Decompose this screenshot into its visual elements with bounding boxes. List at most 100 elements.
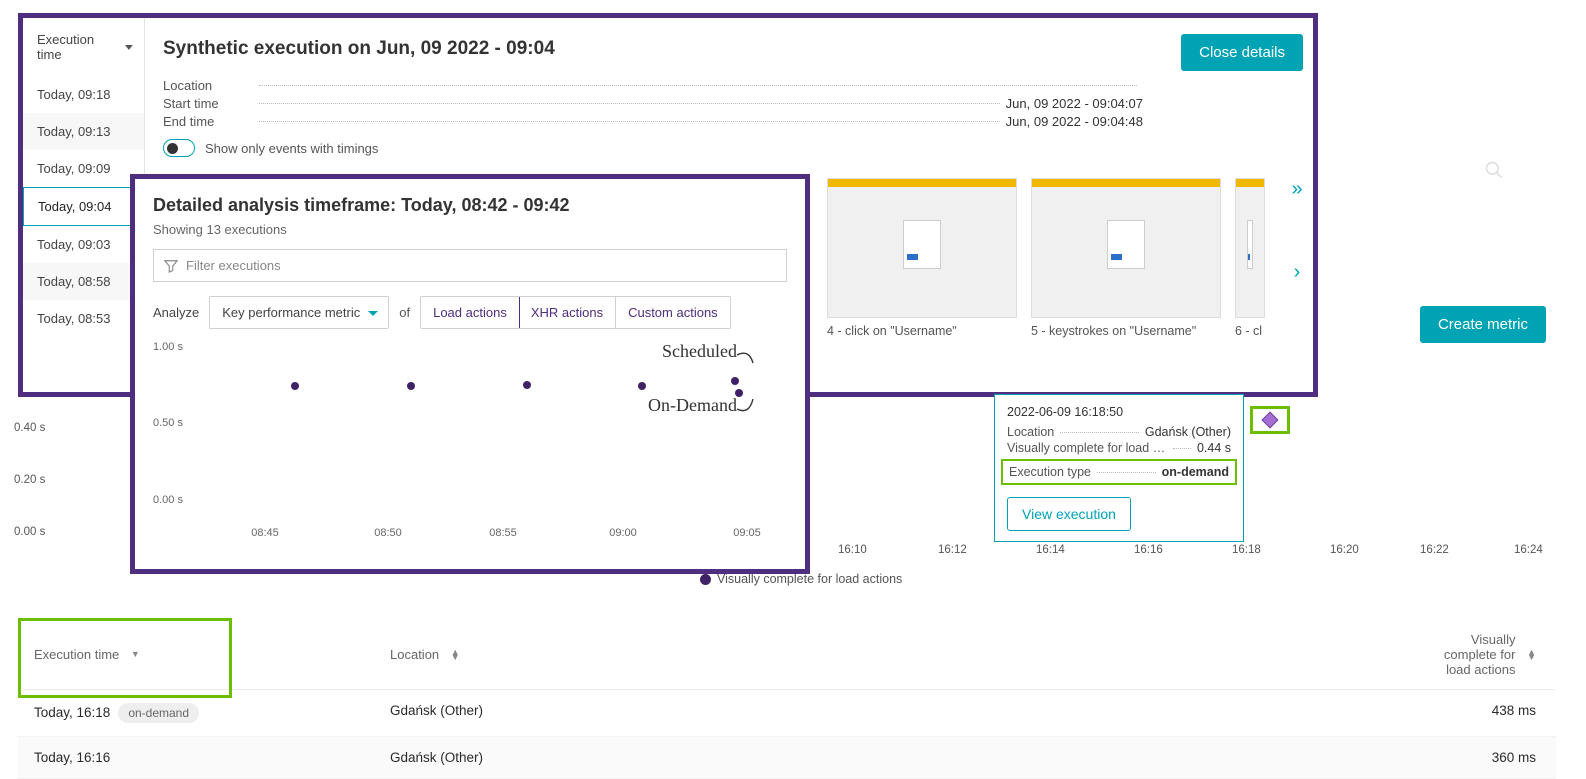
tooltip-exec-type-row: Execution type on-demand [1001, 459, 1237, 485]
analysis-title: Detailed analysis timeframe: Today, 08:4… [153, 195, 787, 216]
of-label: of [399, 305, 410, 320]
show-only-events-toggle-row: Show only events with timings [163, 139, 1295, 157]
diamond-icon [1262, 412, 1279, 429]
cell-time: Today, 16:16 [34, 750, 110, 765]
thumbnail-caption: 6 - cl [1235, 324, 1265, 338]
curly-arrow-icon [735, 391, 759, 415]
header-execution-time[interactable]: Execution time ▼ [18, 632, 390, 677]
x-tick: 09:05 [733, 527, 761, 539]
bg-x-tick: 16:20 [1330, 544, 1359, 556]
chart-point[interactable] [731, 377, 739, 385]
tooltip-loc-value: Gdańsk (Other) [1145, 425, 1231, 439]
search-icon [1484, 160, 1504, 180]
executions-scatter-chart: 1.00 s 0.50 s 0.00 s 08:45 08:50 08:55 0… [153, 339, 787, 539]
thumbnail-card[interactable]: 5 - keystrokes on "Username" [1031, 178, 1221, 338]
meta-end-value: Jun, 09 2022 - 09:04:48 [1006, 114, 1143, 129]
table-header-row: Execution time ▼ Location ▲▼ Visually co… [18, 620, 1556, 690]
executions-table: Execution time ▼ Location ▲▼ Visually co… [18, 620, 1556, 779]
filter-executions-input[interactable]: Filter executions [153, 249, 787, 282]
thumbnails-next-icon[interactable]: › [1294, 261, 1301, 284]
legend-text: Visually complete for load actions [717, 572, 902, 586]
show-only-events-label: Show only events with timings [205, 141, 378, 156]
thumbnail-image [1235, 178, 1265, 318]
show-only-events-toggle[interactable] [163, 139, 195, 157]
chart-point[interactable] [291, 382, 299, 390]
sort-icon: ▲▼ [451, 650, 460, 660]
view-execution-button[interactable]: View execution [1007, 497, 1131, 531]
segment-xhr-actions[interactable]: XHR actions [519, 297, 616, 328]
thumbnail-caption: 4 - click on "Username" [827, 324, 1017, 338]
ondemand-badge: on-demand [118, 703, 199, 723]
cell-location: Gdańsk (Other) [390, 750, 1426, 765]
y-tick: 0.50 s [153, 417, 183, 429]
execution-time-sidebar: Execution time Today, 09:18Today, 09:13T… [23, 18, 145, 392]
execution-time-item[interactable]: Today, 08:58 [23, 263, 144, 300]
bg-y-tick: 0.00 s [14, 526, 45, 538]
header-location[interactable]: Location ▲▼ [390, 632, 1426, 677]
action-type-segmented: Load actions XHR actions Custom actions [420, 296, 731, 329]
thumbnails-next-all-icon[interactable]: » [1291, 178, 1302, 201]
event-thumbnail-strip: 4 - click on "Username" 5 - keystrokes o… [827, 178, 1315, 338]
curly-arrow-icon [735, 349, 759, 373]
ondemand-marker-highlight [1250, 406, 1290, 434]
tooltip-vc-label: Visually complete for load actions [1007, 441, 1167, 455]
analyze-label: Analyze [153, 305, 199, 320]
execution-time-item[interactable]: Today, 09:13 [23, 113, 144, 150]
tooltip-exec-label: Execution type [1009, 465, 1091, 479]
execution-time-item[interactable]: Today, 09:03 [23, 226, 144, 263]
filter-placeholder-text: Filter executions [186, 258, 281, 273]
table-row[interactable]: Today, 16:16 Gdańsk (Other) 360 ms [18, 737, 1556, 779]
execution-time-item[interactable]: Today, 09:09 [23, 150, 144, 187]
bg-y-tick: 0.20 s [14, 474, 45, 486]
cell-time: Today, 16:18 [34, 705, 110, 720]
close-details-button[interactable]: Close details [1181, 34, 1303, 71]
chart-point[interactable] [638, 382, 646, 390]
thumbnail-image [1031, 178, 1221, 318]
tooltip-vc-value: 0.44 s [1197, 441, 1231, 455]
bg-x-tick: 16:14 [1036, 544, 1065, 556]
bg-x-tick: 16:10 [838, 544, 867, 556]
x-tick: 08:50 [374, 527, 402, 539]
chart-point[interactable] [523, 381, 531, 389]
meta-start-value: Jun, 09 2022 - 09:04:07 [1006, 96, 1143, 111]
detailed-analysis-panel: Detailed analysis timeframe: Today, 08:4… [130, 174, 810, 574]
thumbnail-card[interactable]: 4 - click on "Username" [827, 178, 1017, 338]
sort-desc-icon: ▼ [131, 652, 140, 657]
segment-load-actions[interactable]: Load actions [420, 296, 520, 329]
chart-point[interactable] [407, 382, 415, 390]
thumbnail-card-partial[interactable]: 6 - cl [1235, 178, 1265, 338]
sort-desc-icon [124, 42, 134, 52]
bg-x-tick: 16:12 [938, 544, 967, 556]
create-metric-button[interactable]: Create metric [1420, 306, 1546, 343]
details-meta: Location Start time Jun, 09 2022 - 09:04:… [163, 78, 1143, 129]
meta-location-label: Location [163, 78, 253, 93]
details-content: Synthetic execution on Jun, 09 2022 - 09… [163, 18, 1313, 167]
execution-time-sort-header[interactable]: Execution time [23, 18, 144, 76]
x-tick: 08:45 [251, 527, 279, 539]
y-tick: 1.00 s [153, 341, 183, 353]
y-tick: 0.00 s [153, 494, 183, 506]
x-tick: 08:55 [489, 527, 517, 539]
execution-time-item[interactable]: Today, 09:18 [23, 76, 144, 113]
cell-vc: 438 ms [1426, 703, 1556, 723]
cell-vc: 360 ms [1426, 750, 1556, 765]
tooltip-exec-value: on-demand [1162, 465, 1229, 479]
segment-custom-actions[interactable]: Custom actions [616, 297, 730, 328]
sidebar-header-label: Execution time [37, 32, 120, 62]
bg-x-tick: 16:24 [1514, 544, 1543, 556]
metric-dropdown[interactable]: Key performance metric [209, 296, 389, 329]
header-visually-complete[interactable]: Visually complete for load actions ▲▼ [1426, 632, 1556, 677]
details-title: Synthetic execution on Jun, 09 2022 - 09… [163, 38, 1295, 60]
execution-tooltip: 2022-06-09 16:18:50 LocationGdańsk (Othe… [994, 394, 1244, 542]
tooltip-timestamp: 2022-06-09 16:18:50 [1007, 405, 1231, 419]
table-row[interactable]: Today, 16:18 on-demand Gdańsk (Other) 438… [18, 690, 1556, 737]
bg-x-tick: 16:22 [1420, 544, 1449, 556]
bg-chart-legend: Visually complete for load actions [700, 572, 902, 586]
filter-icon [164, 259, 178, 273]
legend-swatch-icon [700, 574, 711, 585]
execution-time-item[interactable]: Today, 08:53 [23, 300, 144, 337]
execution-time-item[interactable]: Today, 09:04 [23, 187, 144, 226]
meta-start-label: Start time [163, 96, 253, 111]
annotation-ondemand: On-Demand [648, 395, 737, 416]
cell-location: Gdańsk (Other) [390, 703, 1426, 723]
